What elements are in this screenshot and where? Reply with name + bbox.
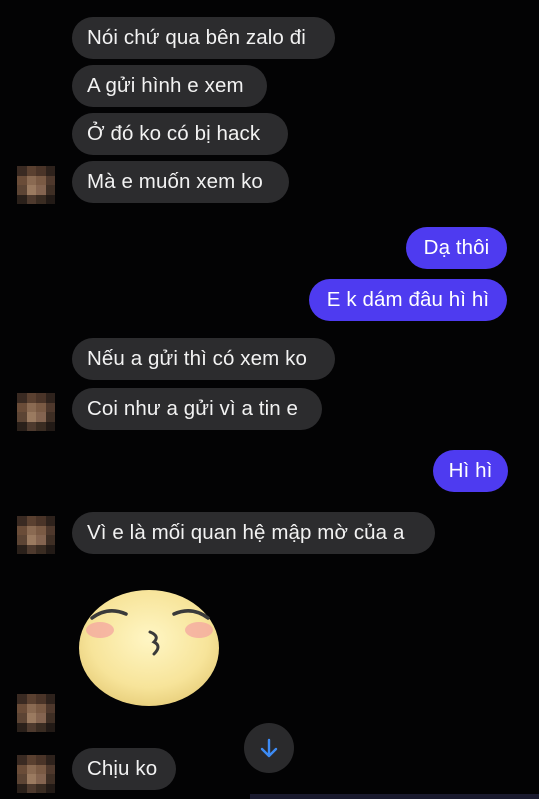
composer-edge <box>250 794 539 799</box>
kiss-face-sticker[interactable] <box>78 588 220 708</box>
incoming-message[interactable]: Coi như a gửi vì a tin e <box>72 388 322 430</box>
avatar[interactable] <box>17 393 55 431</box>
avatar[interactable] <box>17 166 55 204</box>
incoming-message[interactable]: Ở đó ko có bị hack <box>72 113 288 155</box>
chat-screen: Nói chứ qua bên zalo đi A gửi hình e xem… <box>0 0 539 799</box>
avatar[interactable] <box>17 516 55 554</box>
outgoing-message[interactable]: Dạ thôi <box>406 227 507 269</box>
avatar[interactable] <box>17 755 55 793</box>
incoming-message[interactable]: Nói chứ qua bên zalo đi <box>72 17 335 59</box>
outgoing-message[interactable]: E k dám đâu hì hì <box>309 279 507 321</box>
incoming-message[interactable]: Vì e là mối quan hệ mập mờ của a <box>72 512 435 554</box>
avatar[interactable] <box>17 694 55 732</box>
incoming-message[interactable]: Nếu a gửi thì có xem ko <box>72 338 335 380</box>
incoming-message[interactable]: Mà e muốn xem ko <box>72 161 289 203</box>
arrow-down-icon <box>260 738 278 758</box>
incoming-message[interactable]: A gửi hình e xem <box>72 65 267 107</box>
outgoing-message[interactable]: Hì hì <box>433 450 508 492</box>
scroll-to-bottom-button[interactable] <box>244 723 294 773</box>
incoming-message[interactable]: Chịu ko <box>72 748 176 790</box>
